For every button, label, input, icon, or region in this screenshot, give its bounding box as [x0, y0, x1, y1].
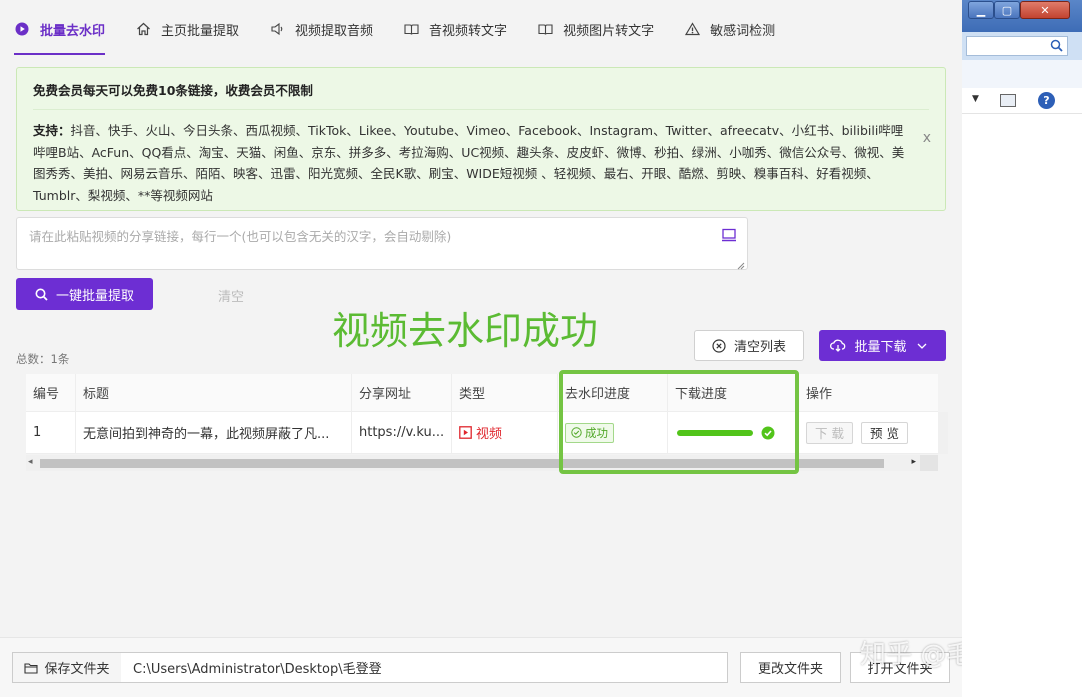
- scroll-right-icon[interactable]: ▸: [911, 457, 916, 467]
- tab-homepage-extract[interactable]: 主页批量提取: [135, 9, 239, 49]
- batch-download-label: 批量下载: [854, 340, 907, 355]
- header-watermark-progress: 去水印进度: [558, 374, 668, 411]
- table-header: 编号 标题 分享网址 类型 去水印进度 下载进度 操作: [26, 374, 938, 412]
- search-icon: [35, 288, 48, 301]
- support-label: 支持：: [33, 123, 71, 138]
- tab-sensitive-words[interactable]: 敏感词检测: [684, 9, 775, 49]
- success-caption: 视频去水印成功: [332, 309, 599, 353]
- window-search-input[interactable]: [966, 36, 1068, 56]
- header-type: 类型: [452, 374, 558, 411]
- horizontal-scrollbar[interactable]: ◂ ▸: [26, 455, 938, 471]
- scroll-left-icon[interactable]: ◂: [28, 457, 33, 467]
- window-titlebar: ▁ ▢ ✕: [962, 0, 1082, 32]
- save-folder-label: 保存文件夹: [12, 652, 122, 683]
- chevron-down-icon: [917, 343, 926, 349]
- notice-title: 免费会员每天可以免费10条链接，收费会员不限制: [33, 80, 929, 110]
- clear-list-button[interactable]: 清空列表: [694, 330, 804, 361]
- batch-extract-label: 一键批量提取: [55, 288, 134, 304]
- save-path-field[interactable]: C:\Users\Administrator\Desktop\毛登登: [121, 652, 728, 683]
- clear-input-button[interactable]: 清空: [218, 286, 244, 305]
- row-title: 无意间拍到神奇的一幕，此视频屏蔽了凡...: [76, 412, 352, 453]
- window-search-row: [962, 32, 1082, 60]
- play-circle-icon: [14, 21, 30, 37]
- notice-panel: 免费会员每天可以免费10条链接，收费会员不限制 支持：抖音、快手、火山、今日头条…: [16, 67, 946, 211]
- download-progress-bar: [677, 429, 753, 436]
- window-toolbar: ▼ ?: [962, 88, 1082, 114]
- header-actions: 操作: [806, 387, 833, 402]
- table-row[interactable]: 1 无意间拍到神奇的一幕，此视频屏蔽了凡... https://v.ku... …: [26, 412, 938, 454]
- supported-sites: 支持：抖音、快手、火山、今日头条、西瓜视频、TikTok、Likee、Youtu…: [33, 120, 913, 206]
- scroll-thumb[interactable]: [40, 459, 884, 468]
- home-icon: [135, 21, 151, 37]
- video-play-icon: [459, 426, 472, 439]
- check-circle-icon: [571, 427, 582, 438]
- speaker-icon: [269, 21, 285, 37]
- change-folder-button[interactable]: 更改文件夹: [740, 652, 841, 683]
- save-folder-text: 保存文件夹: [44, 662, 110, 677]
- folder-icon: [24, 662, 39, 674]
- search-icon[interactable]: [1050, 39, 1063, 56]
- scroll-corner: [920, 455, 938, 471]
- tab-video-image-to-text[interactable]: 视频图片转文字: [537, 9, 654, 49]
- warning-icon: [684, 21, 700, 37]
- window-menu-strip: [962, 60, 1082, 88]
- support-text: 抖音、快手、火山、今日头条、西瓜视频、TikTok、Likee、Youtube、…: [33, 123, 905, 203]
- row-watermark-status: 成功: [558, 412, 668, 453]
- row-no: 1: [26, 412, 76, 453]
- row-url: https://v.ku...: [352, 412, 452, 453]
- minimize-icon[interactable]: ▁: [968, 1, 994, 19]
- footer-bar: 保存文件夹 C:\Users\Administrator\Desktop\毛登登…: [0, 637, 962, 697]
- help-icon[interactable]: ?: [1038, 92, 1055, 109]
- background-window: ▁ ▢ ✕ ▼ ?: [962, 0, 1082, 697]
- maximize-icon[interactable]: ▢: [994, 1, 1020, 19]
- tab-label: 主页批量提取: [161, 23, 240, 39]
- cloud-download-icon: [830, 339, 846, 352]
- tab-batch-watermark[interactable]: 批量去水印: [14, 9, 106, 55]
- book-icon: [537, 21, 553, 37]
- type-label: 视频: [476, 427, 503, 442]
- header-download-progress: 下载进度: [668, 374, 799, 411]
- header-url: 分享网址: [352, 374, 452, 411]
- tab-label: 视频提取音频: [295, 23, 374, 39]
- preview-button[interactable]: 预 览: [860, 421, 908, 444]
- resize-handle-icon[interactable]: [737, 259, 745, 270]
- preview-pane-icon[interactable]: [1000, 94, 1016, 107]
- paste-placeholder: 请在此粘贴视频的分享链接，每行一个(也可以包含无关的汉字，会自动剔除): [29, 229, 452, 244]
- check-circle-icon: [761, 426, 775, 439]
- batch-download-button[interactable]: 批量下载: [819, 330, 946, 361]
- row-type: 视频: [452, 412, 558, 453]
- tab-label: 音视频转文字: [429, 23, 508, 39]
- book-icon: [403, 21, 419, 37]
- row-download-progress: [668, 412, 799, 453]
- total-count: 总数：1条: [16, 352, 70, 366]
- open-folder-button[interactable]: 打开文件夹: [850, 652, 950, 683]
- row-actions: 下 载 预 览: [799, 412, 938, 453]
- batch-extract-button[interactable]: 一键批量提取: [16, 278, 153, 310]
- tab-label: 视频图片转文字: [563, 23, 655, 39]
- task-table: 编号 标题 分享网址 类型 去水印进度 下载进度 操作 1 无意间拍到神奇的一幕…: [26, 374, 948, 471]
- header-no: 编号: [26, 374, 76, 411]
- download-button[interactable]: 下 载: [806, 421, 853, 444]
- tab-av-to-text[interactable]: 音视频转文字: [403, 9, 507, 49]
- keyboard-icon[interactable]: [721, 228, 737, 246]
- tab-bar: 批量去水印 主页批量提取 视频提取音频 音视频转文字 视频图片转文字 敏感词检测: [0, 0, 962, 58]
- status-badge: 成功: [565, 422, 614, 443]
- link-paste-textarea[interactable]: 请在此粘贴视频的分享链接，每行一个(也可以包含无关的汉字，会自动剔除): [16, 217, 748, 270]
- status-label: 成功: [585, 425, 608, 440]
- header-title: 标题: [76, 374, 352, 411]
- clear-list-label: 清空列表: [733, 340, 786, 355]
- notice-close-icon[interactable]: x: [923, 130, 931, 146]
- close-circle-icon: [712, 338, 726, 353]
- tab-label: 批量去水印: [40, 23, 106, 39]
- close-icon[interactable]: ✕: [1020, 1, 1070, 19]
- app-window: 批量去水印 主页批量提取 视频提取音频 音视频转文字 视频图片转文字 敏感词检测…: [0, 0, 962, 697]
- tab-extract-audio[interactable]: 视频提取音频: [269, 9, 373, 49]
- vertical-scrollbar[interactable]: [938, 412, 948, 454]
- tab-label: 敏感词检测: [710, 23, 776, 39]
- dropdown-arrow-icon[interactable]: ▼: [972, 94, 979, 104]
